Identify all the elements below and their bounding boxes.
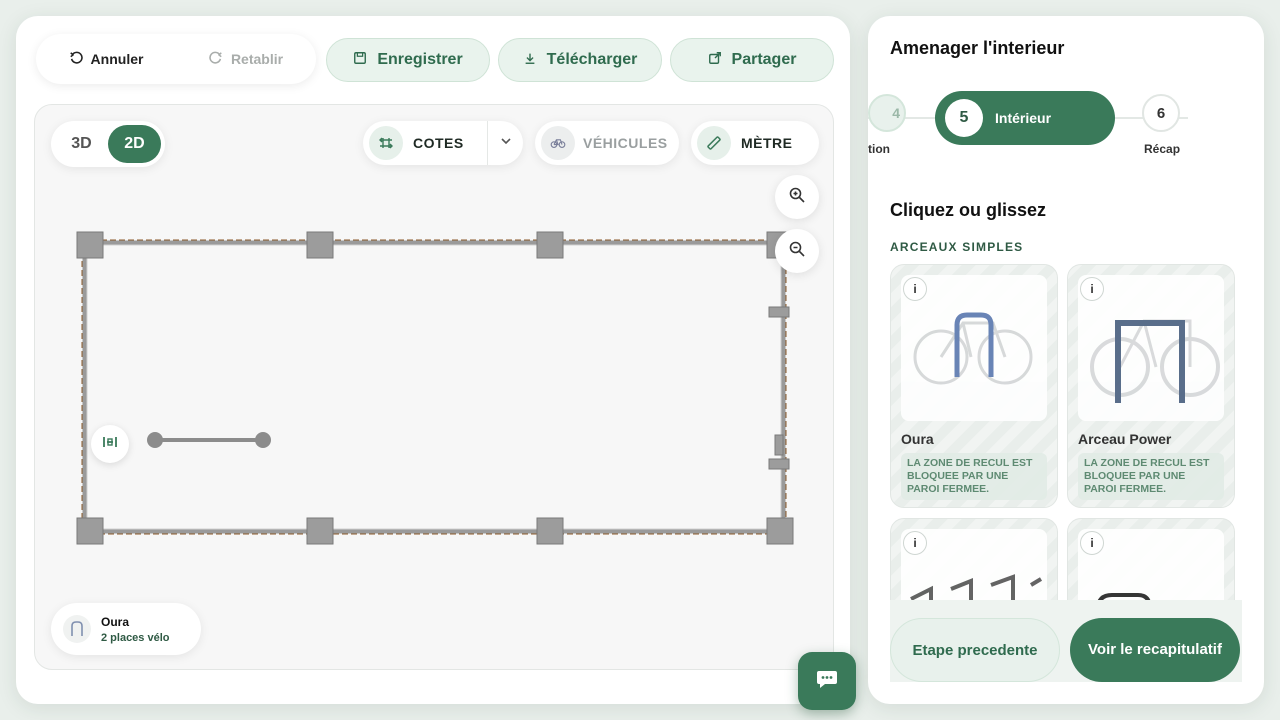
- undo-label: Annuler: [90, 51, 144, 67]
- step-next-label: Récap: [1144, 142, 1181, 156]
- zoom-out-button[interactable]: [775, 229, 819, 273]
- chat-button[interactable]: [798, 652, 856, 710]
- history-group: Annuler Retablir: [36, 34, 316, 84]
- cotes-dropdown[interactable]: COTES: [363, 121, 523, 165]
- selected-item-capacity: 2 places vélo: [101, 631, 170, 644]
- redo-icon: [209, 51, 223, 68]
- chevron-down-icon: [500, 134, 512, 152]
- zoom-in-icon: [788, 186, 806, 209]
- step-prev-circle[interactable]: 4: [868, 94, 906, 132]
- redo-label: Retablir: [230, 51, 284, 67]
- product-warning: LA ZONE DE RECUL EST BLOQUEE PAR UNE PAR…: [901, 453, 1047, 500]
- undo-button[interactable]: Annuler: [36, 51, 176, 68]
- download-button[interactable]: Télécharger: [498, 38, 662, 82]
- bicycle-icon: [541, 126, 575, 160]
- previous-step-button[interactable]: Etape precedente: [890, 618, 1060, 682]
- panel-title: Amenager l'interieur: [890, 38, 1065, 58]
- configuration-panel: Amenager l'interieur 4 tion 5 Intérieur …: [868, 16, 1264, 704]
- download-icon: [523, 51, 537, 70]
- category-heading: ARCEAUX SIMPLES: [890, 240, 1024, 254]
- save-icon: [353, 51, 367, 70]
- step-prev-number: 4: [892, 105, 900, 121]
- chat-icon: [815, 668, 839, 695]
- zoom-in-button[interactable]: [775, 175, 819, 219]
- ruler-icon: [697, 126, 731, 160]
- vehicules-label: VÉHICULES: [583, 135, 668, 151]
- cotes-expand[interactable]: [487, 121, 523, 165]
- view-summary-button[interactable]: Voir le recapitulatif: [1070, 618, 1240, 682]
- save-label: Enregistrer: [377, 51, 463, 68]
- vehicules-toggle[interactable]: VÉHICULES: [535, 121, 679, 165]
- product-name: Arceau Power: [1078, 431, 1172, 447]
- info-icon[interactable]: i: [1080, 531, 1104, 555]
- cotes-toggle[interactable]: COTES: [363, 126, 487, 160]
- selected-item-info: Oura 2 places vélo: [101, 615, 170, 644]
- save-button[interactable]: Enregistrer: [326, 38, 490, 82]
- rotate-handle[interactable]: [91, 425, 129, 463]
- product-card-arceau-power[interactable]: i Arceau Power LA ZONE DE RECUL EST BLOQ…: [1067, 264, 1235, 508]
- share-label: Partager: [731, 51, 797, 68]
- view-toggle: 3D 2D: [51, 121, 165, 167]
- dimensions-icon: [369, 126, 403, 160]
- zoom-out-icon: [788, 240, 806, 263]
- info-icon[interactable]: i: [903, 531, 927, 555]
- bike-rack-thumbnail: [63, 615, 91, 643]
- step-next-circle[interactable]: 6: [1142, 94, 1180, 132]
- view-2d-button[interactable]: 2D: [108, 125, 161, 163]
- info-icon[interactable]: i: [903, 277, 927, 301]
- redo-button[interactable]: Retablir: [176, 51, 316, 68]
- share-icon: [708, 51, 722, 70]
- step-current-number: 5: [945, 99, 983, 137]
- metre-toggle[interactable]: MÈTRE: [691, 121, 819, 165]
- rotate-icon: [102, 434, 118, 455]
- plan-canvas[interactable]: 3D 2D COTES VÉHICULES MÈTRE Oura 2 place…: [34, 104, 834, 670]
- instructions-title: Cliquez ou glissez: [890, 200, 1047, 220]
- info-icon[interactable]: i: [1080, 277, 1104, 301]
- editor-panel: Annuler Retablir Enregistrer Télécharger…: [16, 16, 850, 704]
- step-current[interactable]: 5 Intérieur: [935, 91, 1115, 145]
- share-button[interactable]: Partager: [670, 38, 834, 82]
- shelter-plan[interactable]: [35, 105, 834, 670]
- download-label: Télécharger: [546, 51, 638, 68]
- undo-icon: [69, 51, 83, 68]
- product-name: Oura: [901, 431, 934, 447]
- step-current-label: Intérieur: [995, 110, 1052, 126]
- selected-item-card[interactable]: Oura 2 places vélo: [51, 603, 201, 655]
- metre-label: MÈTRE: [741, 135, 793, 151]
- product-card-oura[interactable]: i Oura LA ZONE DE RECUL EST BLOQUEE PAR …: [890, 264, 1058, 508]
- selected-item-name: Oura: [101, 614, 130, 629]
- step-prev-label: tion: [868, 142, 890, 156]
- cotes-label: COTES: [413, 135, 464, 151]
- view-3d-button[interactable]: 3D: [55, 125, 108, 163]
- product-warning: LA ZONE DE RECUL EST BLOQUEE PAR UNE PAR…: [1078, 453, 1224, 500]
